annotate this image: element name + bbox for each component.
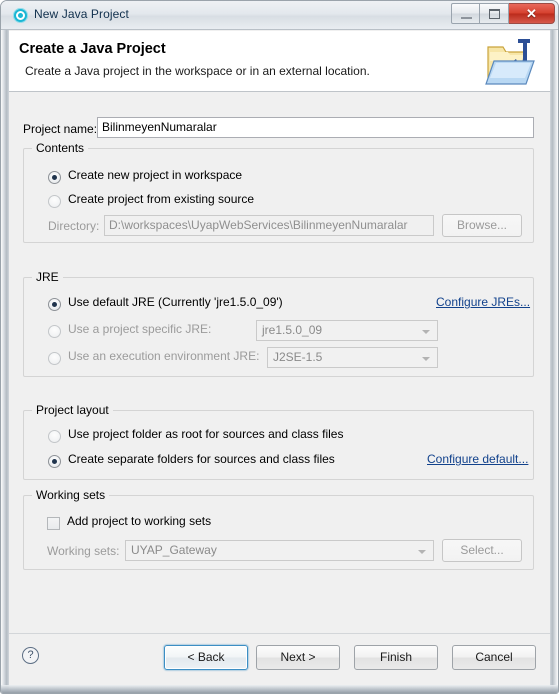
contents-group: Contents Create new project in workspace… (23, 141, 534, 243)
directory-label: Directory: (48, 219, 100, 233)
add-to-working-sets-checkbox[interactable] (47, 517, 60, 530)
working-sets-group-title: Working sets (32, 488, 110, 502)
window-controls: ✕ (451, 3, 555, 24)
window-frame-left (1, 30, 9, 693)
radio-separate-folders-label: Create separate folders for sources and … (68, 452, 335, 466)
browse-button[interactable]: Browse... (442, 214, 522, 237)
radio-create-from-existing-source-label: Create project from existing source (68, 192, 255, 206)
radio-create-from-existing-source[interactable] (48, 195, 61, 208)
page-description: Create a Java project in the workspace o… (25, 64, 370, 78)
maximize-icon (489, 9, 500, 19)
project-specific-jre-combo[interactable]: jre1.5.0_09 (256, 320, 438, 341)
select-working-sets-button[interactable]: Select... (442, 539, 522, 562)
title-bar: New Java Project ✕ (1, 1, 558, 30)
close-button[interactable]: ✕ (509, 3, 555, 24)
radio-use-default-jre-label: Use default JRE (Currently 'jre1.5.0_09'… (68, 295, 283, 309)
execution-environment-value: J2SE-1.5 (273, 350, 323, 364)
contents-group-title: Contents (32, 141, 89, 155)
jre-group-title: JRE (32, 270, 63, 284)
minimize-icon (461, 17, 472, 19)
cancel-button[interactable]: Cancel (452, 645, 536, 670)
finish-button[interactable]: Finish (354, 645, 438, 670)
chevron-down-icon (418, 550, 426, 554)
dialog-body: Project name: BilinmeyenNumaralar Conten… (9, 92, 552, 633)
configure-jres-link[interactable]: Configure JREs... (436, 295, 530, 309)
radio-project-specific-jre[interactable] (48, 325, 61, 338)
minimize-button[interactable] (451, 3, 480, 24)
chevron-down-icon (422, 357, 430, 361)
window-frame-right (550, 30, 558, 693)
close-icon: ✕ (526, 6, 537, 21)
page-title: Create a Java Project (19, 41, 166, 57)
radio-create-new-project-label: Create new project in workspace (68, 168, 243, 182)
working-sets-combo[interactable]: UYAP_Gateway (125, 540, 434, 561)
dialog-footer: ? < Back Next > Finish Cancel (9, 633, 552, 687)
radio-project-specific-jre-label: Use a project specific JRE: (68, 322, 212, 336)
radio-create-new-project[interactable] (48, 171, 61, 184)
help-icon[interactable]: ? (22, 647, 39, 664)
radio-execution-environment-jre-label: Use an execution environment JRE: (68, 349, 260, 363)
working-sets-value: UYAP_Gateway (131, 543, 217, 557)
maximize-button[interactable] (480, 3, 509, 24)
window-title: New Java Project (34, 7, 129, 21)
directory-input[interactable]: D:\workspaces\UyapWebServices\Bilinmeyen… (104, 215, 434, 236)
chevron-down-icon (422, 330, 430, 334)
radio-project-folder-as-root[interactable] (48, 430, 61, 443)
execution-environment-combo[interactable]: J2SE-1.5 (267, 347, 438, 368)
back-button[interactable]: < Back (164, 645, 248, 670)
project-layout-group: Project layout Use project folder as roo… (23, 403, 534, 480)
radio-project-folder-as-root-label: Use project folder as root for sources a… (68, 427, 344, 441)
add-to-working-sets-label: Add project to working sets (67, 514, 212, 528)
new-java-project-window: New Java Project ✕ Create a Java Project… (0, 0, 559, 694)
eclipse-circle-icon (13, 8, 28, 23)
working-sets-label: Working sets: (47, 544, 120, 558)
project-specific-jre-value: jre1.5.0_09 (262, 323, 323, 337)
project-name-label: Project name: (23, 122, 98, 136)
configure-default-link[interactable]: Configure default... (427, 452, 528, 466)
wizard-header: Create a Java Project Create a Java proj… (9, 31, 552, 92)
java-project-folder-icon (485, 39, 535, 85)
radio-use-default-jre[interactable] (48, 298, 61, 311)
radio-separate-folders[interactable] (48, 455, 61, 468)
working-sets-group: Working sets Add project to working sets… (23, 488, 534, 570)
project-name-input[interactable]: BilinmeyenNumaralar (97, 117, 534, 138)
jre-group: JRE Use default JRE (Currently 'jre1.5.0… (23, 270, 534, 377)
project-layout-group-title: Project layout (32, 403, 113, 417)
window-frame-bottom (1, 685, 558, 693)
next-button[interactable]: Next > (256, 645, 340, 670)
radio-execution-environment-jre[interactable] (48, 352, 61, 365)
dialog-screenshot: New Java Project ✕ Create a Java Project… (0, 0, 559, 694)
